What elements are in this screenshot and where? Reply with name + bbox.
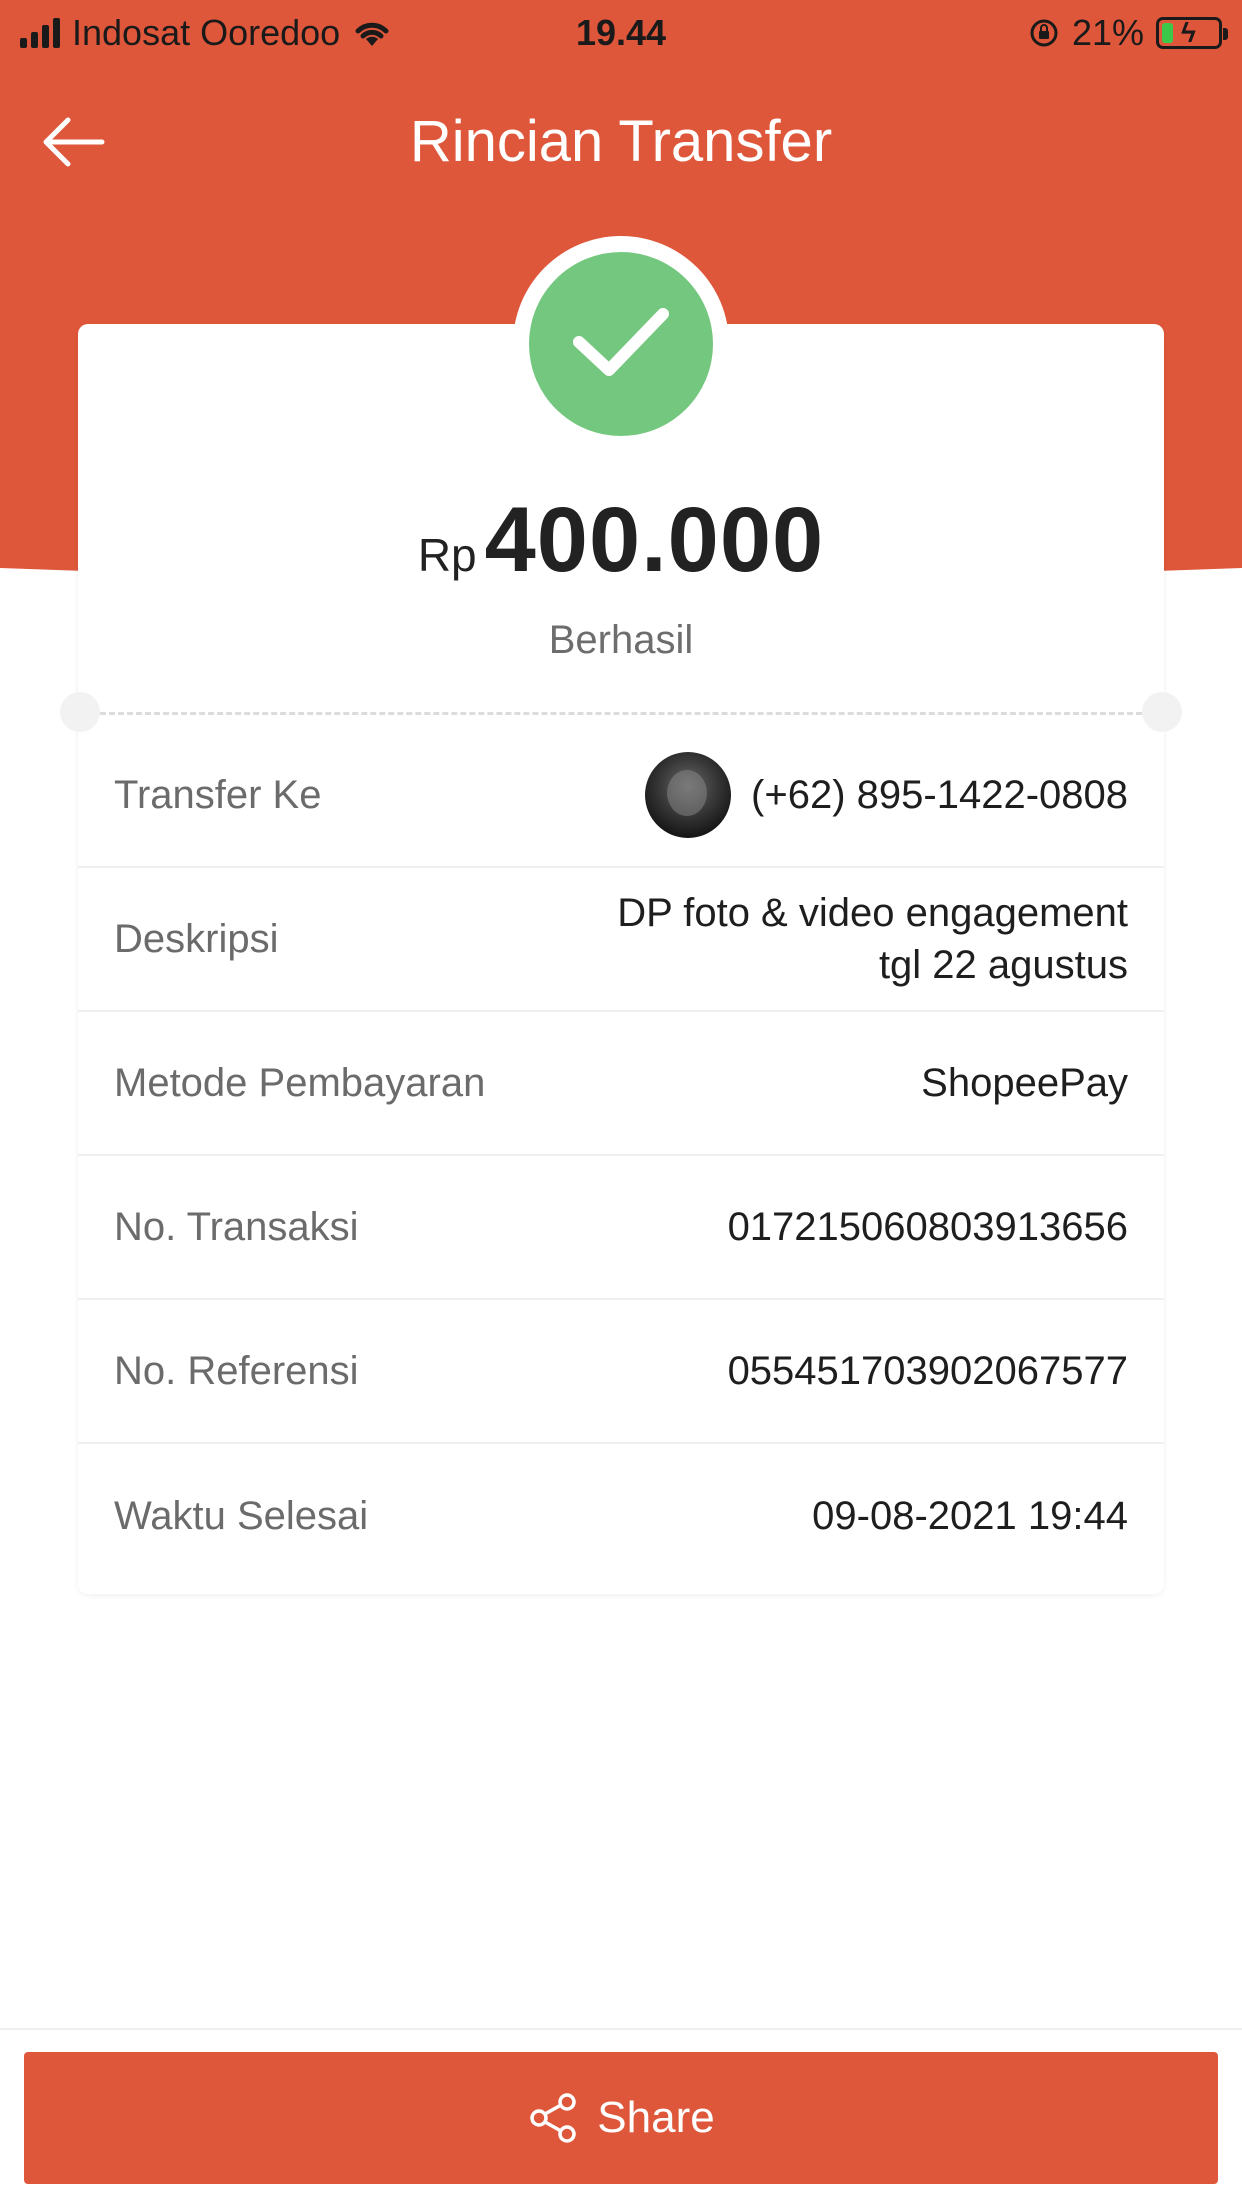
status-bar: Indosat Ooredoo 19.44 21% ϟ [0,0,1242,64]
detail-label: No. Referensi [114,1348,359,1393]
recipient: (+62) 895-1422-0808 [645,752,1128,838]
description-line-2: tgl 22 agustus [878,943,1128,987]
battery-percent: 21% [1071,12,1144,53]
dashed-divider [100,712,1142,715]
success-badge [529,252,713,436]
rotation-lock-icon [1030,19,1058,47]
recipient-phone: (+62) 895-1422-0808 [751,773,1128,817]
detail-list: Transfer Ke (+62) 895-1422-0808 Deskrips… [78,724,1164,1588]
share-icon [530,2093,577,2143]
battery-icon: ϟ [1156,17,1228,49]
detail-row-description: Deskripsi DP foto & video engagement tgl… [78,868,1164,1012]
reference-no-value: 055451703902067577 [727,1349,1128,1393]
share-label: Share [597,2093,715,2142]
avatar [645,752,732,838]
payment-method-value: ShopeePay [921,1061,1128,1105]
amount-currency: Rp [417,529,477,581]
detail-label: Deskripsi [114,916,279,961]
amount-value: 400.000 [484,489,825,591]
page-title: Rincian Transfer [409,109,833,174]
detail-label: Metode Pembayaran [114,1060,486,1105]
completed-time-value: 09-08-2021 19:44 [812,1494,1128,1538]
charging-bolt-icon: ϟ [1181,17,1196,48]
detail-row-transfer-to: Transfer Ke (+62) 895-1422-0808 [78,724,1164,868]
check-icon [573,308,669,376]
status-right: 21% ϟ [1028,12,1228,54]
detail-label: No. Transaksi [114,1204,359,1249]
transfer-status: Berhasil [548,618,694,662]
detail-row-transaction-no: No. Transaksi 017215060803913656 [78,1156,1164,1300]
detail-row-payment-method: Metode Pembayaran ShopeePay [78,1012,1164,1156]
detail-label: Transfer Ke [114,772,322,817]
detail-row-reference-no: No. Referensi 055451703902067577 [78,1300,1164,1444]
detail-label: Waktu Selesai [114,1493,369,1538]
share-button[interactable]: Share [24,2052,1218,2184]
description-value: DP foto & video engagement tgl 22 agustu… [617,887,1128,991]
transaction-no-value: 017215060803913656 [727,1205,1128,1249]
detail-row-completed-time: Waktu Selesai 09-08-2021 19:44 [78,1444,1164,1588]
amount: Rp400.000 [0,488,1242,593]
description-line-1: DP foto & video engagement [617,891,1128,935]
battery-level [1162,23,1173,43]
